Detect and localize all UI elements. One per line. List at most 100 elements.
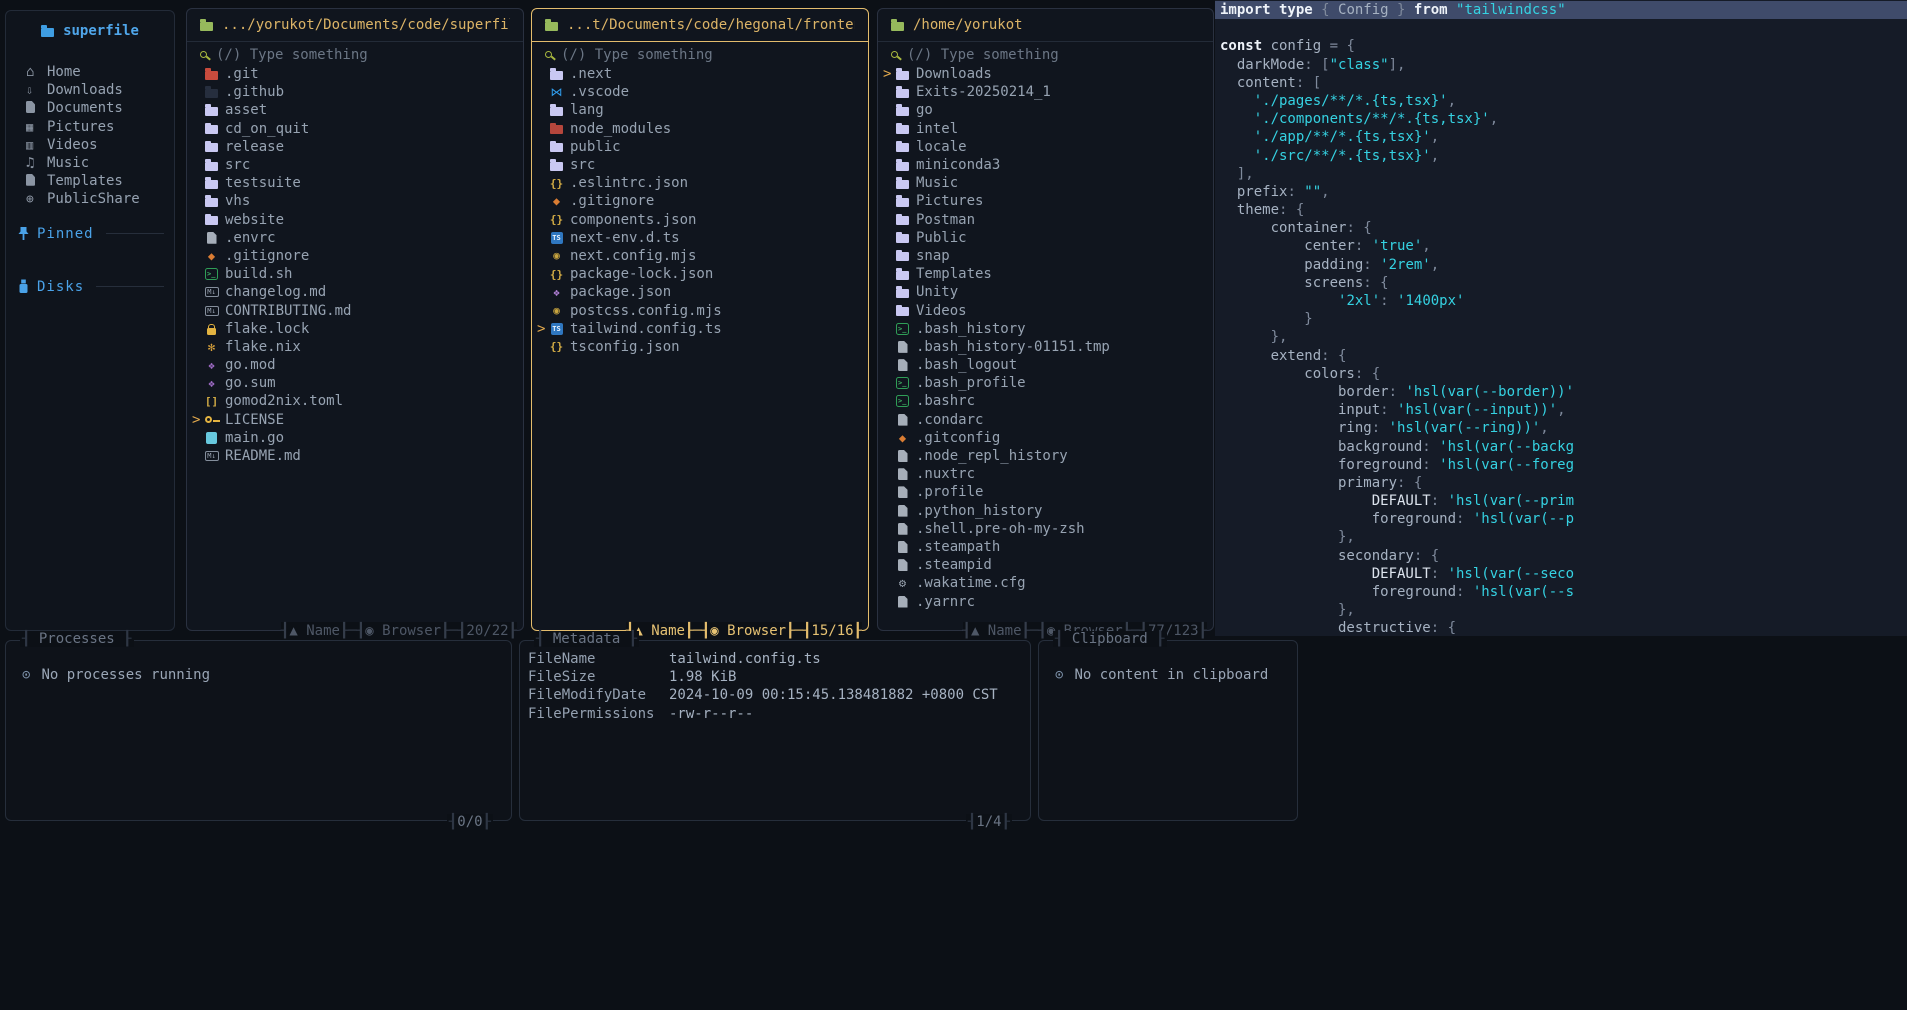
- file-row[interactable]: M↓CONTRIBUTING.md: [187, 301, 523, 319]
- file-row[interactable]: {}package-lock.json: [532, 265, 868, 283]
- file-row[interactable]: .bash_history-01151.tmp: [878, 338, 1213, 356]
- file-row[interactable]: miniconda3: [878, 156, 1213, 174]
- sidebar-item-templates[interactable]: Templates: [6, 172, 174, 190]
- panel-search[interactable]: (/) Type something: [532, 45, 868, 64]
- file-row[interactable]: .steampid: [878, 556, 1213, 574]
- file-row[interactable]: {}tsconfig.json: [532, 338, 868, 356]
- file-icon-slot: [892, 523, 913, 535]
- file-name: .eslintrc.json: [570, 175, 688, 191]
- sort-label: Name: [988, 623, 1022, 639]
- file-row[interactable]: Music: [878, 174, 1213, 192]
- file-row[interactable]: .yarnrc: [878, 592, 1213, 610]
- file-row[interactable]: Unity: [878, 283, 1213, 301]
- sort-toggle[interactable]: Name: [971, 623, 1022, 639]
- file-row[interactable]: vhs: [187, 192, 523, 210]
- file-panel-superfile[interactable]: .../yorukot/Documents/code/superfile (/)…: [186, 8, 524, 631]
- file-panel-frontend[interactable]: ...t/Documents/code/hegonal/frontend (/)…: [531, 8, 869, 631]
- file-row[interactable]: ◉postcss.config.mjs: [532, 301, 868, 319]
- file-row[interactable]: snap: [878, 247, 1213, 265]
- file-row[interactable]: main.go: [187, 429, 523, 447]
- file-row[interactable]: .condarc: [878, 411, 1213, 429]
- panel-mode[interactable]: Browser: [365, 623, 441, 639]
- file-row[interactable]: Downloads: [878, 65, 1213, 83]
- sort-label: Name: [651, 623, 685, 639]
- file-row[interactable]: >_build.sh: [187, 265, 523, 283]
- file-row[interactable]: .profile: [878, 483, 1213, 501]
- code-line: './components/**/*.{ts,tsx}',: [1215, 110, 1907, 128]
- file-row[interactable]: ◆.gitignore: [532, 192, 868, 210]
- clipboard-empty-message: No content in clipboard: [1055, 667, 1297, 683]
- file-row[interactable]: ◆.gitconfig: [878, 429, 1213, 447]
- file-row[interactable]: ✻flake.nix: [187, 338, 523, 356]
- file-row[interactable]: public: [532, 138, 868, 156]
- mode-label: Browser: [727, 623, 786, 639]
- sidebar-item-videos[interactable]: Videos: [6, 136, 174, 154]
- file-row[interactable]: .next: [532, 65, 868, 83]
- sidebar-item-pictures[interactable]: Pictures: [6, 118, 174, 136]
- panel-mode[interactable]: Browser: [710, 623, 786, 639]
- file-row[interactable]: Pictures: [878, 192, 1213, 210]
- footer-connector: [281, 623, 289, 639]
- file-row[interactable]: .git: [187, 65, 523, 83]
- sidebar-item-home[interactable]: Home: [6, 63, 174, 81]
- file-row[interactable]: ❖go.sum: [187, 374, 523, 392]
- file-row[interactable]: asset: [187, 101, 523, 119]
- file-row[interactable]: {}components.json: [532, 211, 868, 229]
- file-row[interactable]: locale: [878, 138, 1213, 156]
- sort-toggle[interactable]: Name: [634, 623, 685, 639]
- file-row[interactable]: >_.bashrc: [878, 392, 1213, 410]
- sidebar-item-documents[interactable]: Documents: [6, 99, 174, 117]
- file-row[interactable]: .steampath: [878, 538, 1213, 556]
- file-row[interactable]: .envrc: [187, 229, 523, 247]
- file-row[interactable]: release: [187, 138, 523, 156]
- file-row[interactable]: cd_on_quit: [187, 120, 523, 138]
- panel-search[interactable]: (/) Type something: [878, 45, 1213, 64]
- file-row[interactable]: Exits-20250214_1: [878, 83, 1213, 101]
- file-name: .python_history: [916, 503, 1042, 519]
- file-row[interactable]: ❖go.mod: [187, 356, 523, 374]
- file-row[interactable]: .nuxtrc: [878, 465, 1213, 483]
- file-panel-home[interactable]: /home/yorukot (/) Type something Downloa…: [877, 8, 1214, 631]
- file-row[interactable]: ⋈.vscode: [532, 83, 868, 101]
- file-row[interactable]: Public: [878, 229, 1213, 247]
- file-row[interactable]: go: [878, 101, 1213, 119]
- panel-search[interactable]: (/) Type something: [187, 45, 523, 64]
- file-row[interactable]: node_modules: [532, 120, 868, 138]
- file-row[interactable]: Videos: [878, 301, 1213, 319]
- file-row[interactable]: >_.bash_profile: [878, 374, 1213, 392]
- sidebar-item-publicshare[interactable]: PublicShare: [6, 190, 174, 208]
- file-row[interactable]: src: [187, 156, 523, 174]
- file-row[interactable]: {}.eslintrc.json: [532, 174, 868, 192]
- file-row[interactable]: .python_history: [878, 502, 1213, 520]
- file-row[interactable]: TStailwind.config.ts: [532, 320, 868, 338]
- file-row[interactable]: Postman: [878, 211, 1213, 229]
- sidebar-item-downloads[interactable]: Downloads: [6, 81, 174, 99]
- file-icon-slot: []: [201, 396, 222, 407]
- file-row[interactable]: website: [187, 211, 523, 229]
- file-row[interactable]: .shell.pre-oh-my-zsh: [878, 520, 1213, 538]
- sort-toggle[interactable]: Name: [289, 623, 340, 639]
- sidebar-item-label: Videos: [47, 137, 98, 153]
- file-row[interactable]: LICENSE: [187, 411, 523, 429]
- sidebar-item-music[interactable]: Music: [6, 154, 174, 172]
- file-row[interactable]: ◆.gitignore: [187, 247, 523, 265]
- file-row[interactable]: testsuite: [187, 174, 523, 192]
- file-row[interactable]: src: [532, 156, 868, 174]
- file-row[interactable]: ⚙.wakatime.cfg: [878, 574, 1213, 592]
- code-line: ],: [1215, 165, 1907, 183]
- file-row[interactable]: >_.bash_history: [878, 320, 1213, 338]
- file-row[interactable]: M↓changelog.md: [187, 283, 523, 301]
- file-row[interactable]: []gomod2nix.toml: [187, 392, 523, 410]
- file-row[interactable]: intel: [878, 120, 1213, 138]
- file-row[interactable]: Templates: [878, 265, 1213, 283]
- file-row[interactable]: ❖package.json: [532, 283, 868, 301]
- file-row[interactable]: TSnext-env.d.ts: [532, 229, 868, 247]
- file-row[interactable]: .node_repl_history: [878, 447, 1213, 465]
- file-row[interactable]: .github: [187, 83, 523, 101]
- code-line: padding: '2rem',: [1215, 256, 1907, 274]
- file-row[interactable]: M↓README.md: [187, 447, 523, 465]
- file-row[interactable]: lang: [532, 101, 868, 119]
- file-row[interactable]: flake.lock: [187, 320, 523, 338]
- file-row[interactable]: .bash_logout: [878, 356, 1213, 374]
- file-row[interactable]: ◉next.config.mjs: [532, 247, 868, 265]
